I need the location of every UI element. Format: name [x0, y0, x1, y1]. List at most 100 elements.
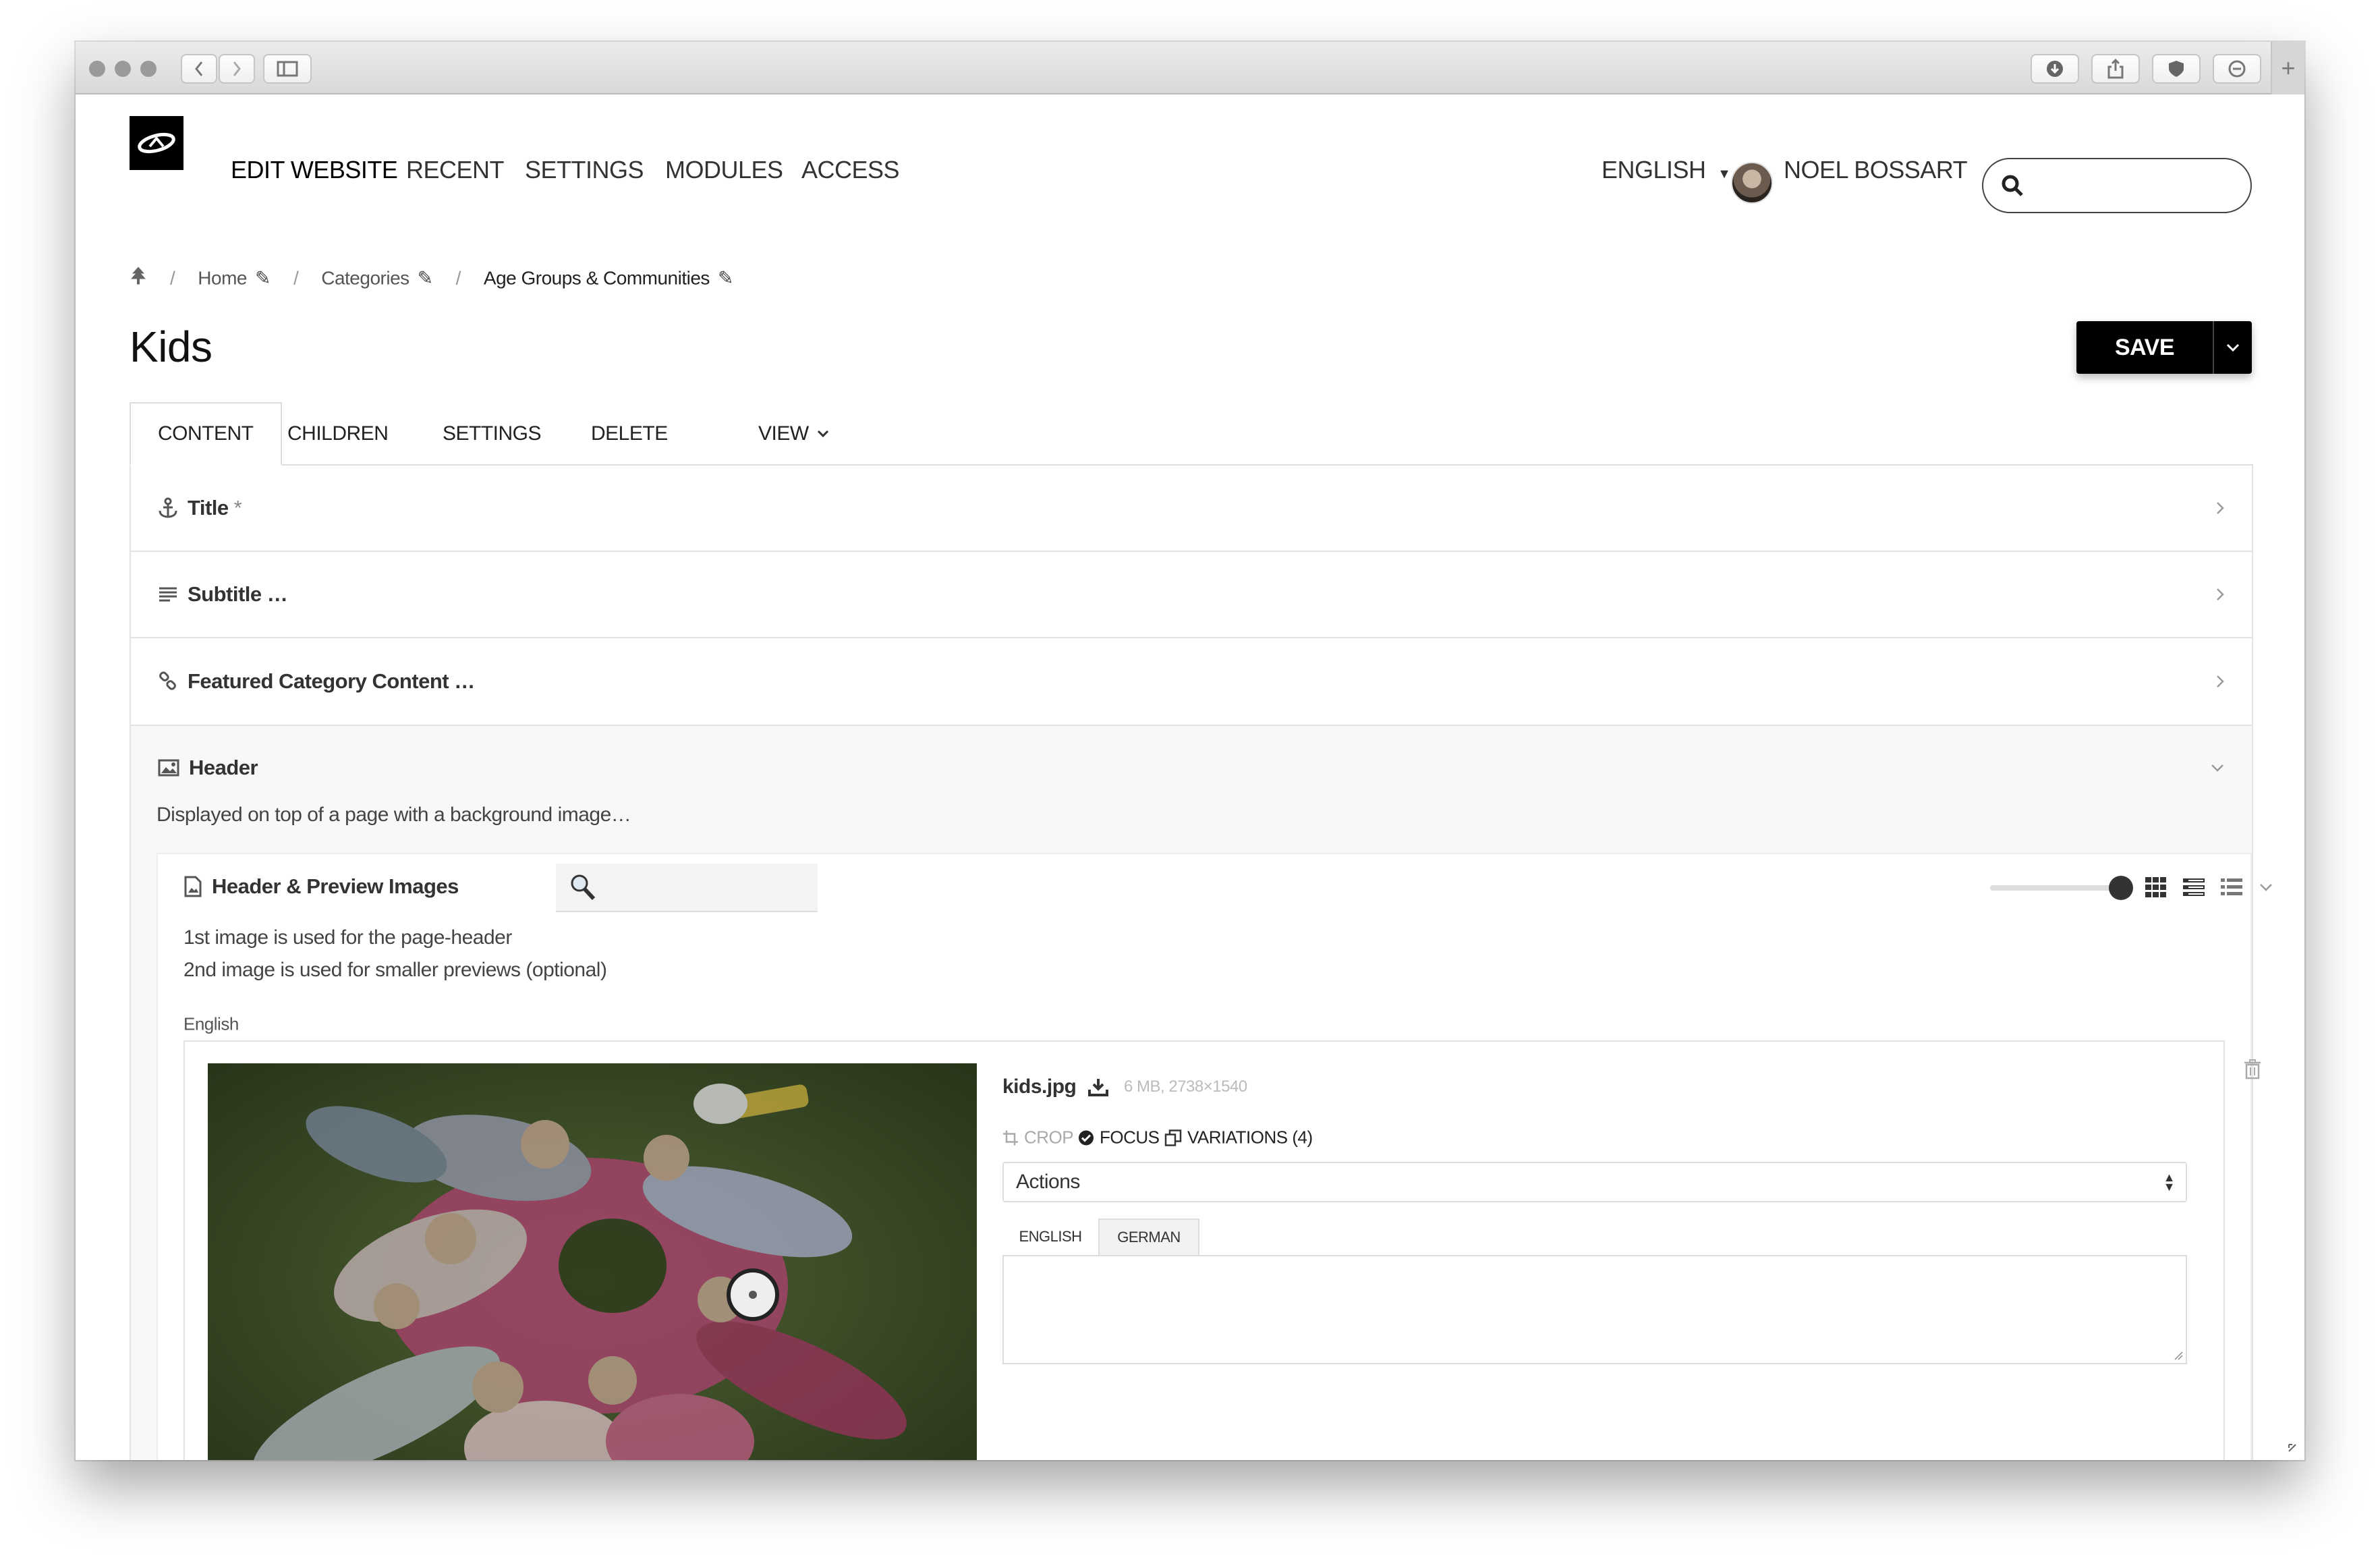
grid-view-icon[interactable] — [2145, 877, 2167, 897]
logo-icon — [138, 132, 175, 154]
select-arrows-icon: ▲ ▼ — [2163, 1171, 2176, 1194]
nav-settings[interactable]: SETTINGS — [525, 156, 644, 184]
anchor-icon — [158, 497, 178, 519]
file-name-label: kids.jpg — [1002, 1075, 1077, 1098]
shield-icon — [2169, 61, 2184, 77]
breadcrumb-home[interactable]: Home — [198, 267, 247, 289]
user-name[interactable]: NOEL BOSSART — [1784, 156, 1968, 184]
caption-tab-english[interactable]: ENGLISH — [1002, 1219, 1098, 1255]
sidebar-toggle-button[interactable] — [263, 54, 312, 84]
image-icon — [158, 759, 179, 777]
nav-recent[interactable]: RECENT — [406, 156, 505, 184]
app-logo[interactable] — [130, 116, 183, 170]
actions-select[interactable]: Actions ▲ ▼ — [1002, 1162, 2187, 1202]
crop-label: CROP — [1024, 1127, 1074, 1148]
caption-textarea[interactable] — [1002, 1255, 2187, 1364]
nav-access[interactable]: ACCESS — [801, 156, 900, 184]
breadcrumb-categories[interactable]: Categories — [321, 267, 409, 289]
caption-tab-label: ENGLISH — [1019, 1228, 1082, 1245]
photo-illustration — [208, 1063, 977, 1460]
focus-action[interactable]: FOCUS — [1078, 1127, 1160, 1148]
save-button[interactable]: SAVE — [2076, 335, 2213, 361]
gallery-help-line-1: 1st image is used for the page-header — [183, 926, 512, 949]
resize-corner-icon[interactable] — [2287, 1443, 2298, 1453]
section-label: Subtitle … — [188, 582, 288, 606]
back-button[interactable] — [181, 54, 217, 84]
required-marker: * — [233, 496, 242, 520]
caption-tab-label: GERMAN — [1117, 1229, 1181, 1245]
share-icon — [2107, 59, 2124, 79]
caret-down-icon: ▼ — [1718, 167, 1731, 181]
section-title-header: Title * — [158, 496, 242, 520]
downloads-button[interactable] — [2031, 54, 2079, 84]
pencil-icon[interactable]: ✎ — [255, 267, 271, 289]
chevron-right-icon — [2217, 675, 2224, 688]
slider-handle[interactable] — [2109, 876, 2133, 900]
pencil-icon[interactable]: ✎ — [718, 267, 733, 289]
tab-delete[interactable]: DELETE — [591, 402, 668, 466]
clone-icon — [1164, 1129, 1182, 1146]
list-view-icon[interactable] — [2221, 878, 2242, 896]
block-button[interactable] — [2213, 54, 2261, 84]
tab-view[interactable]: VIEW — [758, 402, 829, 466]
caption-tab-german[interactable]: GERMAN — [1098, 1219, 1199, 1255]
resize-handle-icon[interactable] — [2174, 1351, 2183, 1360]
check-circle-icon — [1079, 1130, 1094, 1145]
chevron-down-icon[interactable] — [2259, 883, 2273, 892]
focus-label: FOCUS — [1100, 1127, 1160, 1148]
section-header-title[interactable]: Header — [158, 756, 258, 780]
breadcrumb-age-groups[interactable]: Age Groups & Communities — [484, 267, 710, 289]
crop-icon — [1003, 1130, 1018, 1145]
language-selector[interactable]: ENGLISH ▼ — [1602, 156, 1731, 184]
forward-button[interactable] — [219, 54, 255, 84]
gallery-language-label: English — [183, 1013, 239, 1034]
align-left-icon — [158, 586, 178, 603]
tab-label: SETTINGS — [443, 422, 542, 445]
section-featured-category-content[interactable]: Featured Category Content … — [130, 638, 2253, 726]
new-tab-button[interactable]: + — [2271, 42, 2304, 94]
image-file-meta: 6 MB, 2738×1540 — [1124, 1077, 1247, 1096]
chevron-left-icon — [195, 61, 203, 76]
chevron-right-icon — [233, 61, 241, 76]
search-icon — [571, 874, 596, 901]
chevron-down-icon[interactable] — [2210, 763, 2225, 773]
tab-label: CHILDREN — [287, 422, 389, 445]
close-window-button[interactable] — [89, 61, 105, 77]
page-tabs: CONTENT CHILDREN SETTINGS DELETE VIEW — [130, 402, 2253, 466]
thumbnail-size-slider[interactable] — [1990, 885, 2125, 891]
gallery-search-input[interactable] — [556, 864, 818, 912]
section-title[interactable]: Title * — [130, 466, 2253, 552]
extension-button[interactable] — [2152, 54, 2201, 84]
nav-modules[interactable]: MODULES — [665, 156, 783, 184]
pencil-icon[interactable]: ✎ — [418, 267, 433, 289]
tab-content[interactable]: CONTENT — [130, 402, 282, 466]
download-icon[interactable] — [1088, 1077, 1109, 1096]
save-options-dropdown[interactable] — [2213, 321, 2252, 374]
variations-action[interactable]: VARIATIONS (4) — [1164, 1127, 1313, 1148]
nav-edit-website[interactable]: EDIT WEBSITE — [231, 156, 398, 184]
image-thumbnail[interactable] — [208, 1063, 977, 1460]
list-detail-view-icon[interactable] — [2183, 878, 2205, 896]
avatar[interactable] — [1731, 162, 1773, 204]
chevron-right-icon — [2217, 502, 2224, 514]
tab-settings[interactable]: SETTINGS — [443, 402, 542, 466]
minimize-window-button[interactable] — [115, 61, 131, 77]
language-label: ENGLISH — [1602, 156, 1706, 184]
chevron-down-icon — [817, 430, 828, 438]
crop-action[interactable]: CROP — [1002, 1127, 1074, 1148]
global-search-input[interactable] — [1982, 158, 2252, 213]
zoom-window-button[interactable] — [140, 61, 157, 77]
tab-children[interactable]: CHILDREN — [287, 402, 389, 466]
section-featured-header: Featured Category Content … — [158, 669, 475, 694]
tab-label: DELETE — [591, 422, 668, 445]
variations-label: VARIATIONS (4) — [1187, 1127, 1313, 1148]
section-subtitle[interactable]: Subtitle … — [130, 552, 2253, 638]
tab-label: VIEW — [758, 422, 809, 445]
share-button[interactable] — [2091, 54, 2140, 84]
section-subtitle-header: Subtitle … — [158, 582, 288, 607]
trash-icon[interactable] — [2244, 1059, 2261, 1080]
tree-icon[interactable] — [130, 266, 147, 291]
browser-window: + EDIT WEBSITE RECENT SETTINGS MODULES A… — [76, 42, 2304, 1460]
chevron-right-icon — [2217, 588, 2224, 600]
page-title: Kids — [130, 323, 213, 371]
